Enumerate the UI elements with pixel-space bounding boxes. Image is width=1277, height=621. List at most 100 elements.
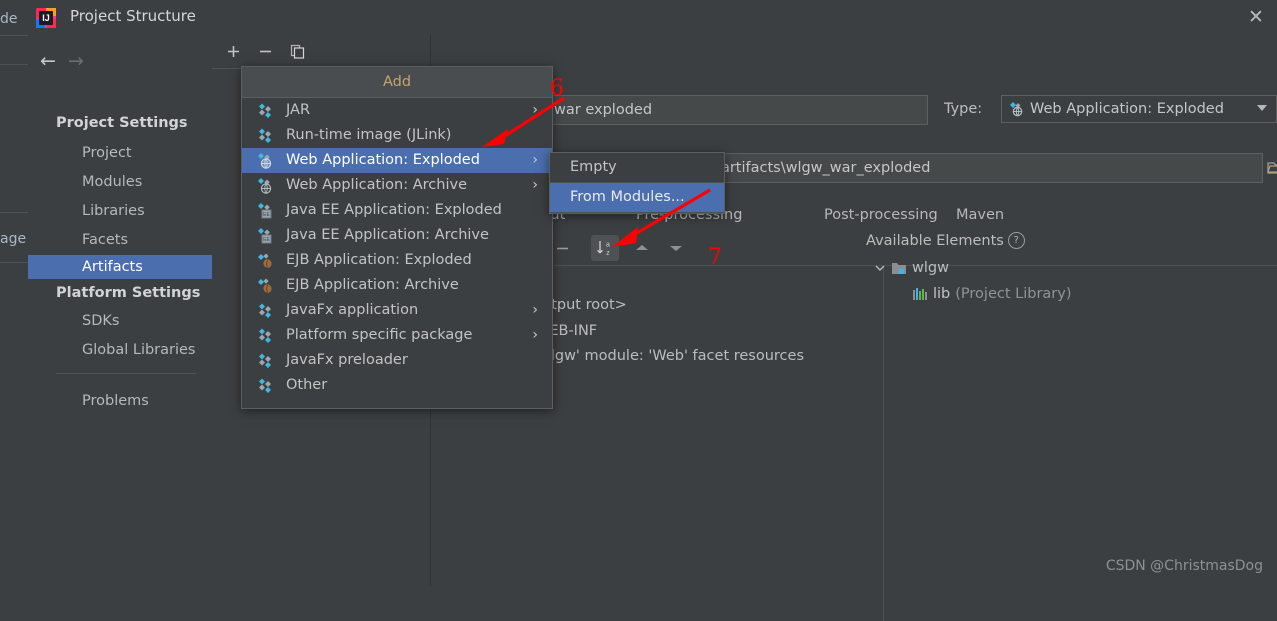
ejb-artifact-icon [256, 252, 274, 270]
menu-item-javaee-application-archive[interactable]: EE Java EE Application: Archive [242, 223, 552, 248]
available-item-detail: (Project Library) [955, 286, 1071, 302]
section-heading-platform-settings: Platform Settings [56, 285, 200, 301]
available-item-label: wlgw [912, 260, 949, 276]
web-artifact-icon [256, 152, 274, 170]
close-icon[interactable]: ✕ [1243, 5, 1269, 29]
svg-text:IJ: IJ [42, 13, 50, 23]
tab-maven[interactable]: Maven [956, 199, 1004, 231]
menu-item-label: Other [286, 377, 327, 393]
remove-artifact-button[interactable] [252, 39, 278, 63]
chevron-right-icon: › [532, 323, 538, 348]
annotation-number-7: 7 [708, 245, 722, 270]
chevron-down-icon[interactable] [1257, 105, 1267, 111]
web-artifact-icon [256, 177, 274, 195]
artifact-icon [256, 127, 274, 145]
menu-item-label: Run-time image (JLink) [286, 127, 451, 143]
menu-item-other[interactable]: Other [242, 373, 552, 398]
sidebar-item-libraries[interactable]: Libraries [58, 199, 145, 223]
sidebar-item-modules[interactable]: Modules [58, 170, 142, 194]
sidebar-item-facets[interactable]: Facets [58, 228, 128, 252]
module-icon [891, 261, 907, 276]
menu-item-label: Java EE Application: Archive [286, 227, 489, 243]
watermark: CSDN @ChristmasDog [1106, 558, 1263, 574]
menu-item-label: JavaFx preloader [286, 352, 408, 368]
javaee-artifact-icon: EE [256, 227, 274, 245]
chevron-right-icon: › [532, 98, 538, 123]
sidebar-item-sdks[interactable]: SDKs [58, 309, 119, 333]
add-artifact-menu: Add JAR › Run-time im [241, 66, 553, 409]
menu-item-label: Java EE Application: Exploded [286, 202, 502, 218]
type-label: Type: [944, 101, 982, 117]
chevron-down-icon[interactable] [874, 262, 886, 274]
menu-item-javafx-preloader[interactable]: JavaFx preloader [242, 348, 552, 373]
svg-text:EE: EE [263, 237, 270, 243]
menu-item-label: JavaFx application [286, 302, 418, 318]
sidebar-divider [56, 373, 196, 374]
menu-item-platform-specific-package[interactable]: Platform specific package › [242, 323, 552, 348]
available-elements-title: Available Elements ? [866, 232, 1025, 249]
artifact-icon [256, 102, 274, 120]
available-tree-row-wlgw[interactable]: wlgw [874, 260, 949, 276]
menu-item-label: EJB Application: Archive [286, 277, 459, 293]
folder-icon[interactable] [1267, 159, 1277, 175]
menu-item-label: EJB Application: Exploded [286, 252, 472, 268]
menu-item-label: JAR [286, 102, 310, 118]
section-heading-project-settings: Project Settings [56, 115, 188, 131]
dialog-titlebar: IJ Project Structure ✕ [28, 0, 1277, 36]
chevron-right-icon: › [532, 173, 538, 198]
arrow-down-icon[interactable] [663, 235, 689, 261]
sort-az-icon[interactable]: a z [591, 235, 619, 261]
add-artifact-button[interactable] [220, 39, 246, 63]
available-tree-row-lib[interactable]: lib (Project Library) [912, 286, 1072, 302]
chevron-right-icon: › [532, 298, 538, 323]
web-artifact-icon [1008, 101, 1024, 117]
bg-fragment-1: age [0, 231, 26, 247]
artifact-icon [256, 327, 274, 345]
javaee-artifact-icon: EE [256, 202, 274, 220]
artifact-icon [256, 302, 274, 320]
copy-artifact-button[interactable] [284, 39, 310, 63]
menu-item-web-application-exploded[interactable]: Web Application: Exploded › [242, 148, 552, 173]
tab-post-processing[interactable]: Post-processing [824, 199, 938, 231]
menu-item-javaee-application-exploded[interactable]: EE Java EE Application: Exploded [242, 198, 552, 223]
sidebar-item-project[interactable]: Project [58, 141, 132, 165]
available-elements-label: Available Elements [866, 233, 1004, 249]
menu-item-ejb-application-archive[interactable]: EJB Application: Archive [242, 273, 552, 298]
menu-item-label: Web Application: Exploded [286, 152, 480, 168]
chevron-right-icon: › [532, 148, 538, 173]
available-item-label: lib [933, 286, 950, 302]
sidebar-item-problems[interactable]: Problems [58, 389, 149, 413]
help-icon[interactable]: ? [1008, 232, 1025, 249]
artifact-icon [256, 377, 274, 395]
svg-text:a: a [606, 242, 610, 249]
artifact-detail-pane: wlgw:war exploded Type: Web Application:… [431, 35, 1277, 586]
sidebar-item-global-libraries[interactable]: Global Libraries [58, 338, 196, 362]
forward-arrow-icon[interactable]: → [64, 49, 88, 73]
artifact-type-value: Web Application: Exploded [1030, 101, 1224, 117]
artifacts-toolbar [212, 35, 430, 69]
submenu-item-from-modules[interactable]: From Modules... [550, 183, 724, 213]
menu-item-runtime-image-jlink[interactable]: Run-time image (JLink) [242, 123, 552, 148]
menu-item-label: Web Application: Archive [286, 177, 467, 193]
ejb-artifact-icon [256, 277, 274, 295]
intellij-idea-icon: IJ [35, 7, 57, 29]
submenu-item-empty[interactable]: Empty [550, 153, 724, 183]
menu-item-web-application-archive[interactable]: Web Application: Archive › [242, 173, 552, 198]
artifact-name-input[interactable]: wlgw:war exploded [504, 95, 928, 125]
nav-history-row: ← → [28, 45, 212, 77]
svg-text:z: z [606, 250, 610, 257]
menu-item-javafx-application[interactable]: JavaFx application › [242, 298, 552, 323]
window-title: Project Structure [70, 7, 196, 25]
back-arrow-icon[interactable]: ← [36, 49, 60, 73]
menu-item-ejb-application-exploded[interactable]: EJB Application: Exploded [242, 248, 552, 273]
artifact-type-select[interactable]: Web Application: Exploded [1001, 95, 1277, 123]
web-exploded-submenu: Empty From Modules... [549, 152, 725, 214]
add-menu-title: Add [242, 67, 552, 98]
menu-item-jar[interactable]: JAR › [242, 98, 552, 123]
svg-text:EE: EE [263, 212, 270, 218]
arrow-up-icon[interactable] [629, 235, 655, 261]
bg-fragment-0: de [0, 11, 18, 27]
output-tree-item-2[interactable]: 'wlgw' module: 'Web' facet resources [535, 348, 804, 364]
menu-item-label: Platform specific package [286, 327, 472, 343]
project-structure-window: de age IJ Project Structure ✕ [0, 0, 1277, 586]
